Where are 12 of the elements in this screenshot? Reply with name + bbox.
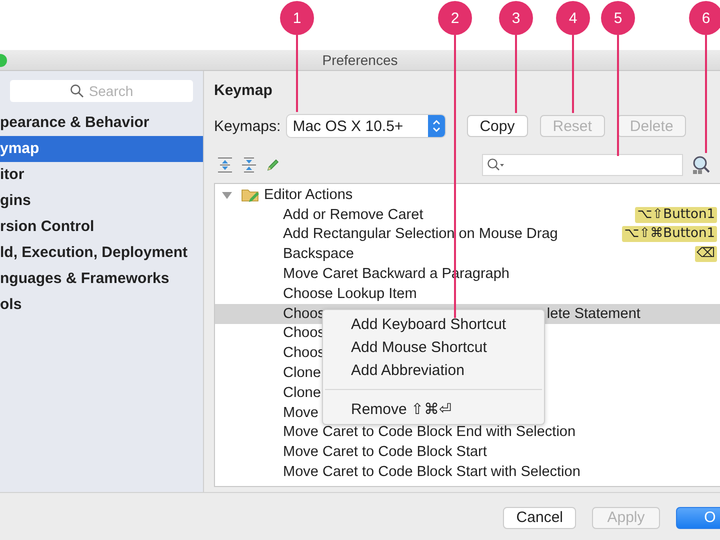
shortcut-badge: ⌥⇧⌘Button1: [622, 226, 717, 242]
shortcut-badge: ⌥⇧Button1: [635, 206, 717, 223]
window-title: Preferences: [322, 52, 398, 68]
section-title: Keymap: [214, 82, 274, 101]
keymaps-label: Keymaps:: [214, 118, 281, 134]
callout-badge: 6: [689, 1, 720, 35]
callout-badge: 5: [601, 1, 635, 35]
callout-badge: 2: [438, 1, 472, 35]
callout-badge: 3: [499, 1, 533, 35]
shortcut-badge: ⌫: [694, 246, 717, 262]
callout-badge: 1: [280, 1, 314, 35]
callout-badge: 4: [556, 1, 590, 35]
